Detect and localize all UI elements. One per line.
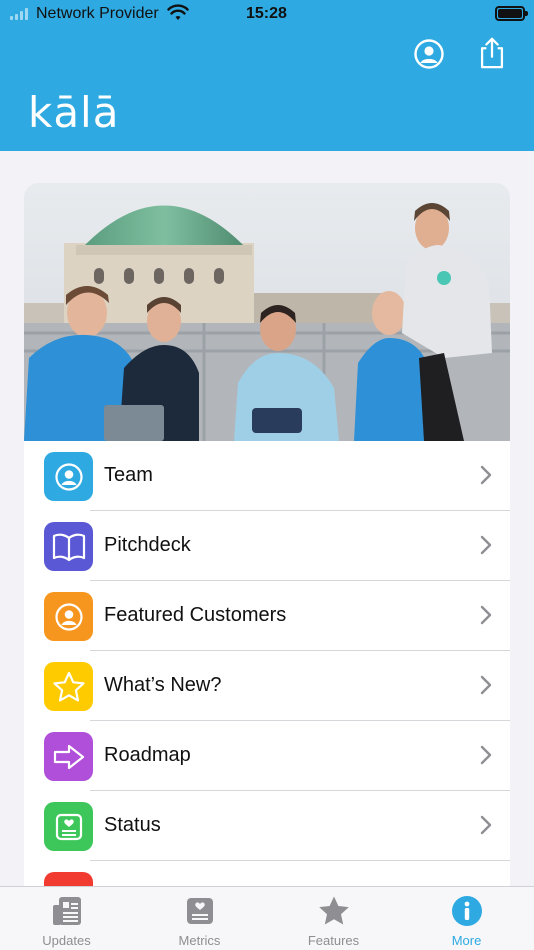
newspaper-icon [52, 897, 81, 925]
team-photo [24, 183, 510, 441]
clock: 15:28 [246, 5, 287, 22]
signal-icon [10, 8, 28, 20]
chevron-right-icon [480, 465, 492, 485]
tab-bar: Updates Metrics Features More [0, 886, 534, 950]
menu-row-whats-new[interactable]: What’s New? [24, 651, 510, 721]
metrics-board-icon [186, 898, 213, 924]
star-fill-icon [318, 896, 349, 925]
menu-row-featured-customers[interactable]: Featured Customers [24, 581, 510, 651]
book-icon [44, 522, 93, 571]
tab-label-features: Features [307, 933, 360, 948]
menu-row-pitchdeck[interactable]: Pitchdeck [24, 511, 510, 581]
menu-label-pitchdeck: Pitchdeck [104, 534, 191, 556]
tab-label-updates: Updates [42, 933, 91, 948]
tab-more[interactable]: More [400, 887, 533, 950]
chevron-right-icon [480, 535, 492, 555]
team-icon [44, 452, 93, 501]
more-card: Team Pitchdeck Featured Customers What’s… [24, 183, 510, 903]
tab-features[interactable]: Features [267, 887, 400, 950]
app-logo: kālā [28, 88, 120, 137]
status-bar: Network Provider 15:28 [0, 0, 534, 28]
app-header: Network Provider 15:28 kālā [0, 0, 534, 151]
info-circle-icon [451, 896, 482, 926]
menu-label-featured-customers: Featured Customers [104, 604, 287, 626]
tab-metrics[interactable]: Metrics [133, 887, 266, 950]
chevron-right-icon [480, 675, 492, 695]
menu-row-roadmap[interactable]: Roadmap [24, 721, 510, 791]
profile-button[interactable] [412, 37, 446, 71]
menu-label-whats-new: What’s New? [104, 674, 222, 696]
battery-icon [495, 6, 528, 21]
menu-row-status[interactable]: Status [24, 791, 510, 861]
star-icon [44, 662, 93, 711]
chevron-right-icon [480, 815, 492, 835]
carrier-name: Network Provider [36, 5, 159, 22]
wifi-icon [167, 4, 189, 20]
customers-icon [44, 592, 93, 641]
menu-row-team[interactable]: Team [24, 441, 510, 511]
menu-label-team: Team [104, 464, 153, 486]
chevron-right-icon [480, 605, 492, 625]
chevron-right-icon [480, 745, 492, 765]
share-button[interactable] [475, 36, 509, 70]
status-board-icon [44, 802, 93, 851]
menu-label-roadmap: Roadmap [104, 744, 191, 766]
tab-label-more: More [451, 933, 482, 948]
menu-label-status: Status [104, 814, 161, 836]
tab-label-metrics: Metrics [178, 933, 221, 948]
arrow-right-icon [44, 732, 93, 781]
tab-updates[interactable]: Updates [0, 887, 133, 950]
